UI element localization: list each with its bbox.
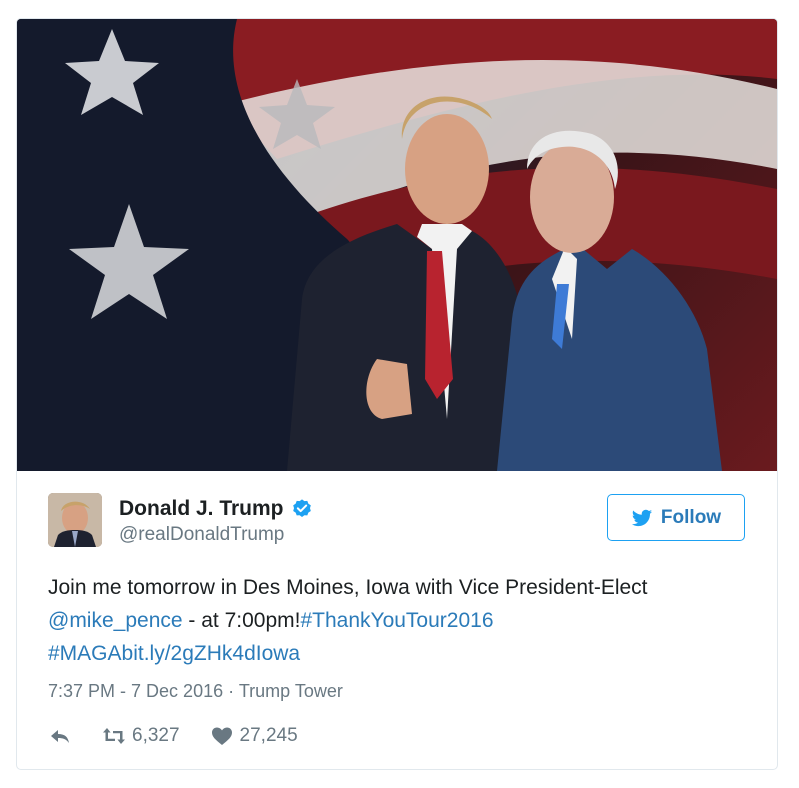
tweet-text-line1: Join me tomorrow in Des Moines, Iowa wit… bbox=[48, 576, 648, 599]
tweet-location[interactable]: Trump Tower bbox=[239, 681, 343, 701]
tweet-meta: 7:37 PM - 7 Dec 2016 · Trump Tower bbox=[48, 681, 343, 702]
tweet-header: Donald J. Trump @realDonaldTrump Follow bbox=[17, 489, 777, 559]
heart-icon bbox=[211, 727, 232, 745]
tweet-text: Join me tomorrow in Des Moines, Iowa wit… bbox=[48, 571, 763, 670]
verified-badge-icon bbox=[292, 499, 311, 517]
follow-button[interactable]: Follow bbox=[607, 494, 745, 541]
reply-button[interactable] bbox=[48, 724, 72, 748]
url-link[interactable]: bit.ly/2gZHk4dIowa bbox=[122, 642, 301, 665]
retweet-button[interactable]: 6,327 bbox=[102, 724, 180, 748]
tweet-timestamp[interactable]: 7:37 PM - 7 Dec 2016 bbox=[48, 681, 223, 701]
follow-label: Follow bbox=[660, 506, 722, 528]
mention-link[interactable]: @mike_pence bbox=[48, 609, 183, 632]
retweet-count: 6,327 bbox=[132, 725, 180, 746]
tweet-card: Donald J. Trump @realDonaldTrump Follow … bbox=[16, 18, 778, 770]
avatar-image bbox=[48, 493, 102, 547]
hashtag-link-maga[interactable]: #MAGA bbox=[48, 642, 122, 665]
author-info[interactable]: Donald J. Trump @realDonaldTrump bbox=[119, 497, 313, 546]
photo-illustration bbox=[17, 19, 777, 471]
author-handle[interactable]: @realDonaldTrump bbox=[119, 524, 313, 546]
tweet-actions: 6,327 27,245 bbox=[48, 721, 328, 751]
author-avatar[interactable] bbox=[48, 493, 102, 547]
reply-icon bbox=[51, 730, 69, 743]
twitter-bird-icon bbox=[631, 509, 653, 526]
tweet-text-middle: - at 7:00pm! bbox=[182, 609, 301, 632]
retweet-icon bbox=[103, 728, 125, 744]
meta-separator: · bbox=[228, 681, 235, 701]
tweet-photo[interactable] bbox=[17, 19, 777, 471]
like-count: 27,245 bbox=[239, 725, 298, 746]
author-name[interactable]: Donald J. Trump bbox=[119, 497, 284, 521]
like-button[interactable]: 27,245 bbox=[210, 724, 298, 748]
hashtag-link-thankyoutour[interactable]: #ThankYouTour2016 bbox=[300, 609, 493, 632]
